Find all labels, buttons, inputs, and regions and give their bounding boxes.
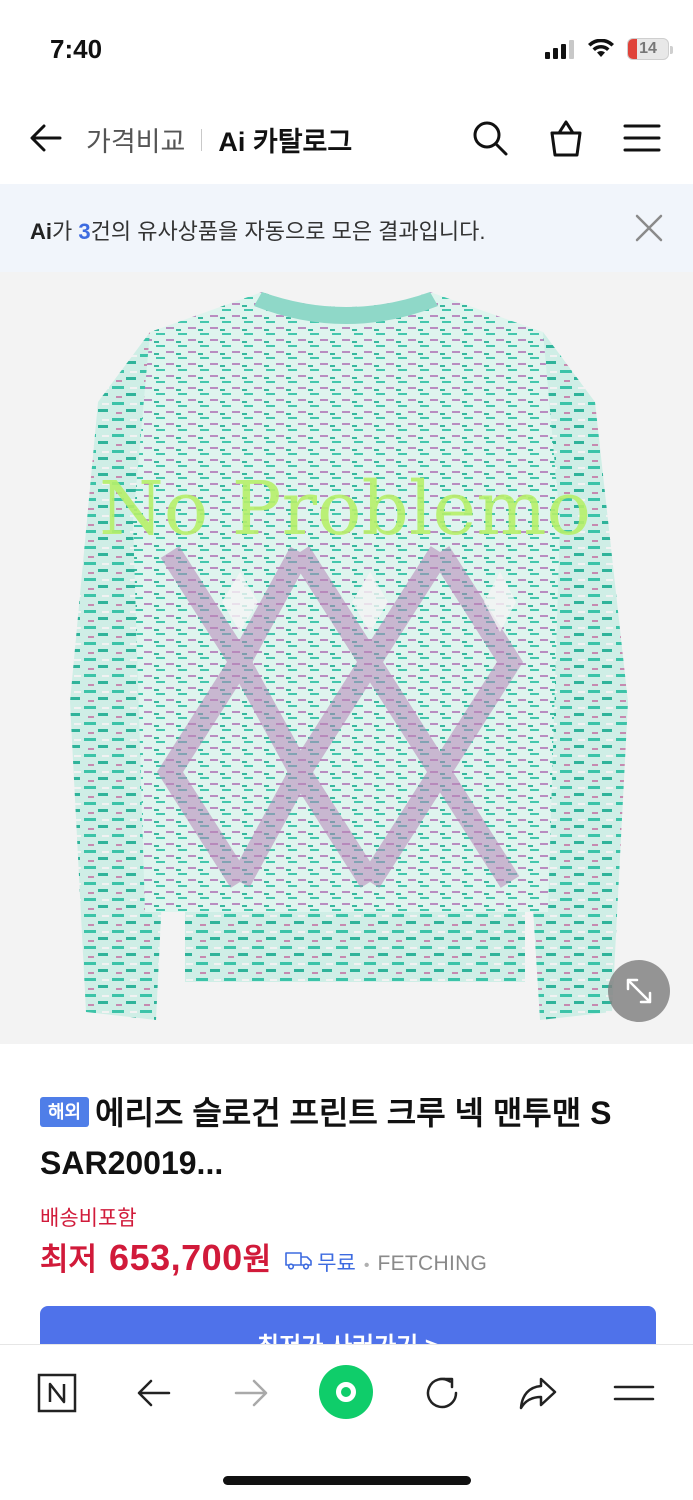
product-title[interactable]: 에리즈 슬로건 프린트 크루 넥 맨투맨 S SAR20019... bbox=[40, 1095, 611, 1181]
ai-prefix: 가 bbox=[52, 219, 79, 244]
naver-icon bbox=[37, 1373, 77, 1413]
page-title: Ai 카탈로그 bbox=[218, 127, 353, 157]
delivery-truck-icon bbox=[285, 1252, 313, 1270]
product-title-block: 해외 에리즈 슬로건 프린트 크루 넥 맨투맨 S SAR20019... bbox=[40, 1088, 650, 1188]
seller-name: FETCHING bbox=[377, 1252, 488, 1275]
search-icon bbox=[473, 121, 508, 156]
status-icons: 14 bbox=[545, 38, 673, 60]
browser-menu-button[interactable] bbox=[608, 1367, 660, 1419]
expand-image-button[interactable] bbox=[608, 960, 670, 1022]
menu-button[interactable] bbox=[621, 116, 663, 160]
status-time: 7:40 bbox=[50, 34, 103, 64]
price-currency: 원 bbox=[242, 1242, 272, 1277]
ai-badge: Ai bbox=[30, 219, 52, 244]
sweater-slogan: No Problemo bbox=[99, 466, 591, 552]
battery-icon: 14 bbox=[627, 38, 673, 60]
battery-level: 14 bbox=[639, 40, 657, 57]
refresh-icon bbox=[426, 1377, 458, 1409]
product-info: 해외 에리즈 슬로건 프린트 크루 넥 맨투맨 S SAR20019... 배송비… bbox=[0, 1044, 693, 1376]
price-value: 653,700 bbox=[109, 1237, 243, 1278]
breadcrumb-divider bbox=[201, 128, 203, 151]
ai-result-banner: Ai가 3건의 유사상품을 자동으로 모은 결과입니다. bbox=[0, 184, 693, 272]
menu-icon bbox=[623, 124, 661, 152]
battery-tip bbox=[670, 46, 673, 54]
naver-home-button[interactable] bbox=[31, 1367, 83, 1419]
expand-icon bbox=[626, 978, 652, 1004]
top-header: 가격비교 Ai 카탈로그 bbox=[0, 100, 693, 184]
ai-suffix: 건의 유사상품을 자동으로 모은 결과입니다. bbox=[90, 219, 486, 244]
browser-forward-button[interactable] bbox=[225, 1367, 277, 1419]
price-row: 최저 653,700 원 무료 • FETCHING bbox=[40, 1234, 487, 1279]
ai-banner-text: Ai가 3건의 유사상품을 자동으로 모은 결과입니다. bbox=[30, 214, 486, 246]
breadcrumb: 가격비교 Ai 카탈로그 bbox=[86, 120, 352, 159]
back-arrow-icon bbox=[137, 1379, 171, 1407]
shopping-bag-icon bbox=[550, 120, 582, 157]
header-actions bbox=[469, 116, 663, 160]
share-icon bbox=[519, 1377, 557, 1410]
back-button[interactable] bbox=[26, 118, 66, 158]
arrow-left-icon bbox=[30, 124, 62, 152]
separator-dot: • bbox=[363, 1257, 370, 1274]
shipping-included-label: 배송비포함 bbox=[40, 1207, 137, 1230]
sweater-illustration: No Problemo bbox=[70, 292, 628, 1020]
status-bar: 7:40 14 bbox=[0, 0, 693, 100]
price-compare-link[interactable]: 가격비교 bbox=[86, 120, 185, 159]
shipping-free: 무료 bbox=[317, 1252, 356, 1275]
home-indicator bbox=[223, 1476, 471, 1485]
wifi-icon bbox=[588, 39, 614, 57]
forward-arrow-icon bbox=[234, 1379, 268, 1407]
price-label: 최저 bbox=[40, 1242, 98, 1277]
ai-similar-count: 3 bbox=[78, 219, 91, 244]
home-green-icon[interactable] bbox=[319, 1365, 373, 1419]
cart-button[interactable] bbox=[545, 116, 587, 160]
overseas-badge: 해외 bbox=[40, 1097, 90, 1127]
signal-icon bbox=[545, 40, 574, 59]
search-button[interactable] bbox=[469, 116, 511, 160]
refresh-button[interactable] bbox=[416, 1367, 468, 1419]
browser-bottom-bar bbox=[0, 1344, 693, 1500]
browser-back-button[interactable] bbox=[128, 1367, 180, 1419]
close-icon[interactable] bbox=[633, 212, 665, 244]
share-button[interactable] bbox=[512, 1367, 564, 1419]
menu-lines-icon bbox=[613, 1385, 655, 1401]
home-green-icon-inner bbox=[336, 1382, 356, 1402]
product-image[interactable]: No Problemo bbox=[0, 272, 693, 1044]
